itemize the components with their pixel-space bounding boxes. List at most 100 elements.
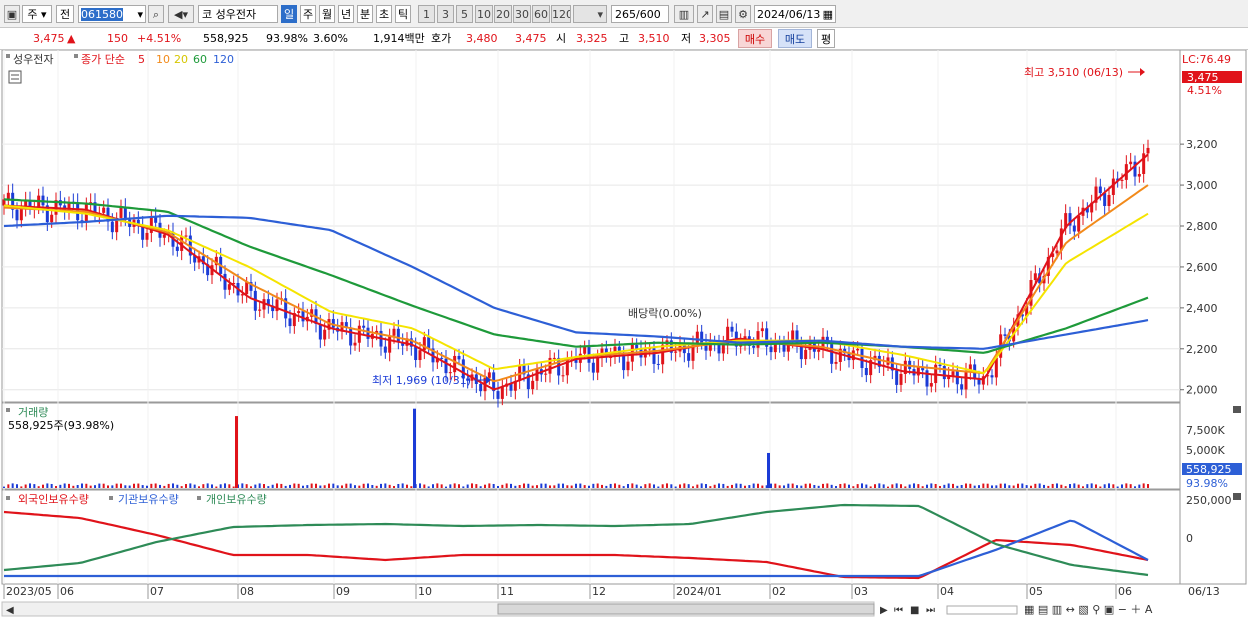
volume-bar bbox=[89, 485, 92, 488]
calendar-icon[interactable]: ▦ bbox=[823, 6, 833, 22]
x-axis: 2023/05 06 07 08 09 10 11 12 2024/01 02 03 04 05 06 bbox=[3, 584, 1132, 599]
interval-3[interactable]: 3 bbox=[437, 5, 454, 23]
tab-month[interactable]: 월 bbox=[319, 5, 335, 23]
count-field[interactable]: 265/600 bbox=[611, 5, 669, 23]
candle-body bbox=[487, 372, 491, 378]
candle-body bbox=[990, 375, 994, 378]
candle-body bbox=[791, 330, 795, 341]
volume-bar bbox=[1030, 485, 1032, 488]
volume-bar bbox=[410, 486, 413, 488]
tab-minute[interactable]: 분 bbox=[357, 5, 373, 23]
save-icon[interactable]: ▤ bbox=[716, 5, 732, 23]
stop-icon[interactable]: ■ bbox=[910, 605, 919, 616]
candle-body bbox=[1120, 179, 1124, 181]
bid1-value: 3,480 bbox=[466, 32, 498, 45]
volume-bar bbox=[956, 485, 959, 488]
toolbar-icons[interactable]: ▦ ▤ ▥ ↔ ▧ ⚲ ▣ − ＋ A bbox=[1024, 603, 1153, 616]
zoom-slider[interactable] bbox=[946, 605, 1018, 615]
tab-year[interactable]: 년 bbox=[338, 5, 354, 23]
volume-bar bbox=[618, 484, 621, 488]
candle-body bbox=[804, 349, 808, 360]
volume-bar bbox=[211, 484, 213, 488]
buy-button[interactable]: 매수 bbox=[738, 29, 772, 48]
volume-bar bbox=[1142, 483, 1145, 488]
interval-30[interactable]: 30 bbox=[513, 5, 531, 23]
scrollbar-thumb[interactable] bbox=[497, 603, 875, 615]
volume-bar bbox=[133, 483, 135, 488]
volume-bar bbox=[856, 484, 859, 488]
volume-tag-text: 558,925 bbox=[1186, 463, 1232, 476]
interval-1[interactable]: 1 bbox=[418, 5, 435, 23]
close-icon[interactable] bbox=[1233, 406, 1241, 413]
x-tick-label: 12 bbox=[592, 585, 606, 598]
volume-bar bbox=[232, 486, 235, 488]
volume-bar bbox=[367, 483, 369, 488]
interval-60[interactable]: 60 bbox=[532, 5, 550, 23]
volume-bar bbox=[705, 484, 707, 488]
volume-bar bbox=[679, 484, 681, 488]
volume-bar bbox=[371, 485, 374, 488]
candle-body bbox=[1072, 225, 1076, 232]
volume-bar bbox=[471, 483, 473, 488]
volume-bar bbox=[1134, 486, 1136, 488]
stock-chart[interactable]: 2,000 2,200 2,400 2,600 2,800 3,000 3,200 2023… bbox=[0, 50, 1248, 621]
tab-second[interactable]: 초 bbox=[376, 5, 392, 23]
volume-bar bbox=[254, 484, 257, 488]
volume-bar bbox=[614, 483, 616, 488]
sell-button[interactable]: 매도 bbox=[778, 29, 812, 48]
calculator-icon[interactable] bbox=[8, 70, 22, 84]
candle-body bbox=[561, 375, 565, 377]
custom-interval-select[interactable]: ▾ bbox=[573, 5, 607, 23]
candle-body bbox=[245, 282, 249, 295]
volume-bar bbox=[76, 485, 79, 488]
volume-bar bbox=[276, 483, 278, 488]
x-tick-label: 11 bbox=[500, 585, 514, 598]
candle-body bbox=[817, 349, 821, 352]
gear-icon[interactable]: ⚙ bbox=[735, 5, 751, 23]
market-select[interactable]: 주 ▾ bbox=[22, 5, 52, 23]
volume-bar bbox=[1012, 485, 1015, 488]
date-field[interactable]: 2024/06/13 ▦ bbox=[754, 5, 836, 23]
volume-bar bbox=[874, 484, 876, 488]
draw-tool-icon[interactable]: ↗ bbox=[697, 5, 713, 23]
volume-bar bbox=[579, 483, 582, 488]
tab-day[interactable]: 일 bbox=[281, 5, 297, 23]
candle-body bbox=[1103, 193, 1107, 206]
volume-bar bbox=[358, 485, 361, 488]
stock-name-field[interactable]: 코 성우전자 bbox=[198, 5, 278, 23]
volume-bar bbox=[514, 485, 517, 488]
candle-body bbox=[860, 348, 864, 369]
speaker-icon[interactable]: ◀▾ bbox=[168, 5, 194, 23]
interval-5[interactable]: 5 bbox=[456, 5, 473, 23]
code-input[interactable]: 061580 ▾ bbox=[78, 5, 146, 23]
candle-body bbox=[496, 391, 500, 399]
volume-bar bbox=[887, 486, 889, 488]
candle-type-icon[interactable]: ▥ bbox=[674, 5, 694, 23]
y-tick-label: 2,600 bbox=[1186, 261, 1218, 274]
interval-10[interactable]: 10 bbox=[475, 5, 493, 23]
search-icon[interactable]: ⌕ bbox=[148, 5, 164, 23]
tab-tick[interactable]: 틱 bbox=[395, 5, 411, 23]
close-icon[interactable] bbox=[1233, 493, 1241, 500]
scroll-right-icon[interactable]: ▶ bbox=[880, 605, 888, 616]
rewind-icon[interactable]: ⏮ bbox=[894, 605, 903, 616]
price-tag-text: 3,475 bbox=[1187, 71, 1219, 84]
layout-icon[interactable]: ▣ bbox=[4, 5, 20, 23]
forward-icon[interactable]: ⏭ bbox=[926, 605, 935, 616]
candle-body bbox=[626, 361, 630, 371]
prev-button[interactable]: 전 bbox=[56, 5, 74, 23]
interval-120[interactable]: 120 bbox=[551, 5, 571, 23]
interval-20[interactable]: 20 bbox=[494, 5, 512, 23]
volume-bar bbox=[198, 486, 200, 488]
candle-body bbox=[422, 337, 426, 351]
volume-bar bbox=[167, 483, 170, 488]
volume-bar bbox=[562, 483, 564, 488]
volume-bar bbox=[939, 486, 941, 488]
avg-button[interactable]: 평 bbox=[817, 29, 835, 48]
candle-body bbox=[721, 345, 725, 354]
tab-week[interactable]: 주 bbox=[300, 5, 316, 23]
candle-body bbox=[1129, 161, 1133, 165]
change-pct: +4.51% bbox=[137, 32, 182, 45]
volume-bar bbox=[770, 483, 772, 488]
scroll-left-icon[interactable]: ◀ bbox=[6, 605, 14, 616]
